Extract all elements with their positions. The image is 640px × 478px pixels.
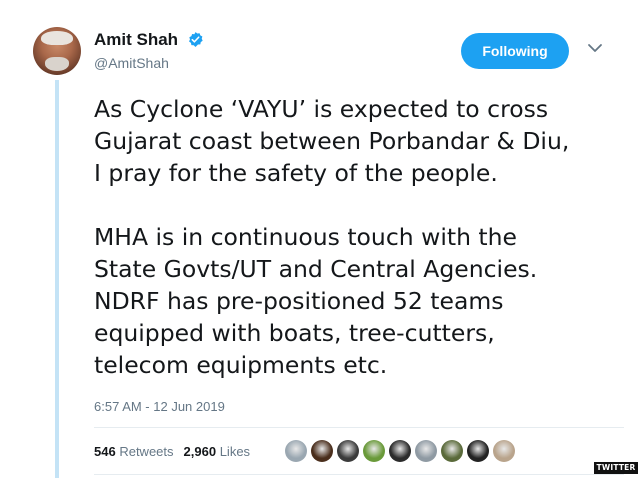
tweet-line: equipped with boats, tree-cutters,: [94, 319, 495, 347]
avatar[interactable]: [33, 27, 81, 75]
tweet-line: NDRF has pre-positioned 52 teams: [94, 287, 504, 315]
tweet-text: As Cyclone ‘VAYU’ is expected to cross G…: [94, 93, 624, 381]
retweets-label: Retweets: [119, 444, 174, 459]
tweet-line: MHA is in continuous touch with the: [94, 223, 517, 251]
author-name[interactable]: Amit Shah: [94, 30, 178, 50]
likes-label: Likes: [219, 444, 251, 459]
divider: [94, 474, 624, 475]
tweet-stats: 546 Retweets 2,960 Likes: [94, 444, 250, 459]
author-handle[interactable]: @AmitShah: [94, 55, 169, 71]
following-button[interactable]: Following: [461, 33, 569, 69]
liker-avatar[interactable]: [467, 440, 489, 462]
tweet-line: telecom equipments etc.: [94, 351, 388, 379]
chevron-down-icon[interactable]: [587, 42, 603, 54]
retweets-count: 546: [94, 444, 116, 459]
likers-avatars: [285, 440, 515, 464]
tweet-timestamp[interactable]: 6:57 AM - 12 Jun 2019: [94, 399, 225, 414]
tweet-line: I pray for the safety of the people.: [94, 159, 498, 187]
divider: [94, 427, 624, 428]
verified-badge-icon: [189, 32, 203, 47]
liker-avatar[interactable]: [337, 440, 359, 462]
liker-avatar[interactable]: [389, 440, 411, 462]
tweet-line: State Govts/UT and Central Agencies.: [94, 255, 538, 283]
tweet-line: As Cyclone ‘VAYU’ is expected to cross: [94, 95, 549, 123]
liker-avatar[interactable]: [363, 440, 385, 462]
likes-count: 2,960: [183, 444, 217, 459]
liker-avatar[interactable]: [415, 440, 437, 462]
liker-avatar[interactable]: [311, 440, 333, 462]
liker-avatar[interactable]: [441, 440, 463, 462]
likes-stat[interactable]: 2,960 Likes: [184, 444, 251, 459]
thread-line: [55, 80, 59, 478]
liker-avatar[interactable]: [493, 440, 515, 462]
tweet-line: Gujarat coast between Porbandar & Diu,: [94, 127, 570, 155]
liker-avatar[interactable]: [285, 440, 307, 462]
retweets-stat[interactable]: 546 Retweets: [94, 444, 174, 459]
twitter-watermark: TWITTER: [594, 462, 638, 474]
